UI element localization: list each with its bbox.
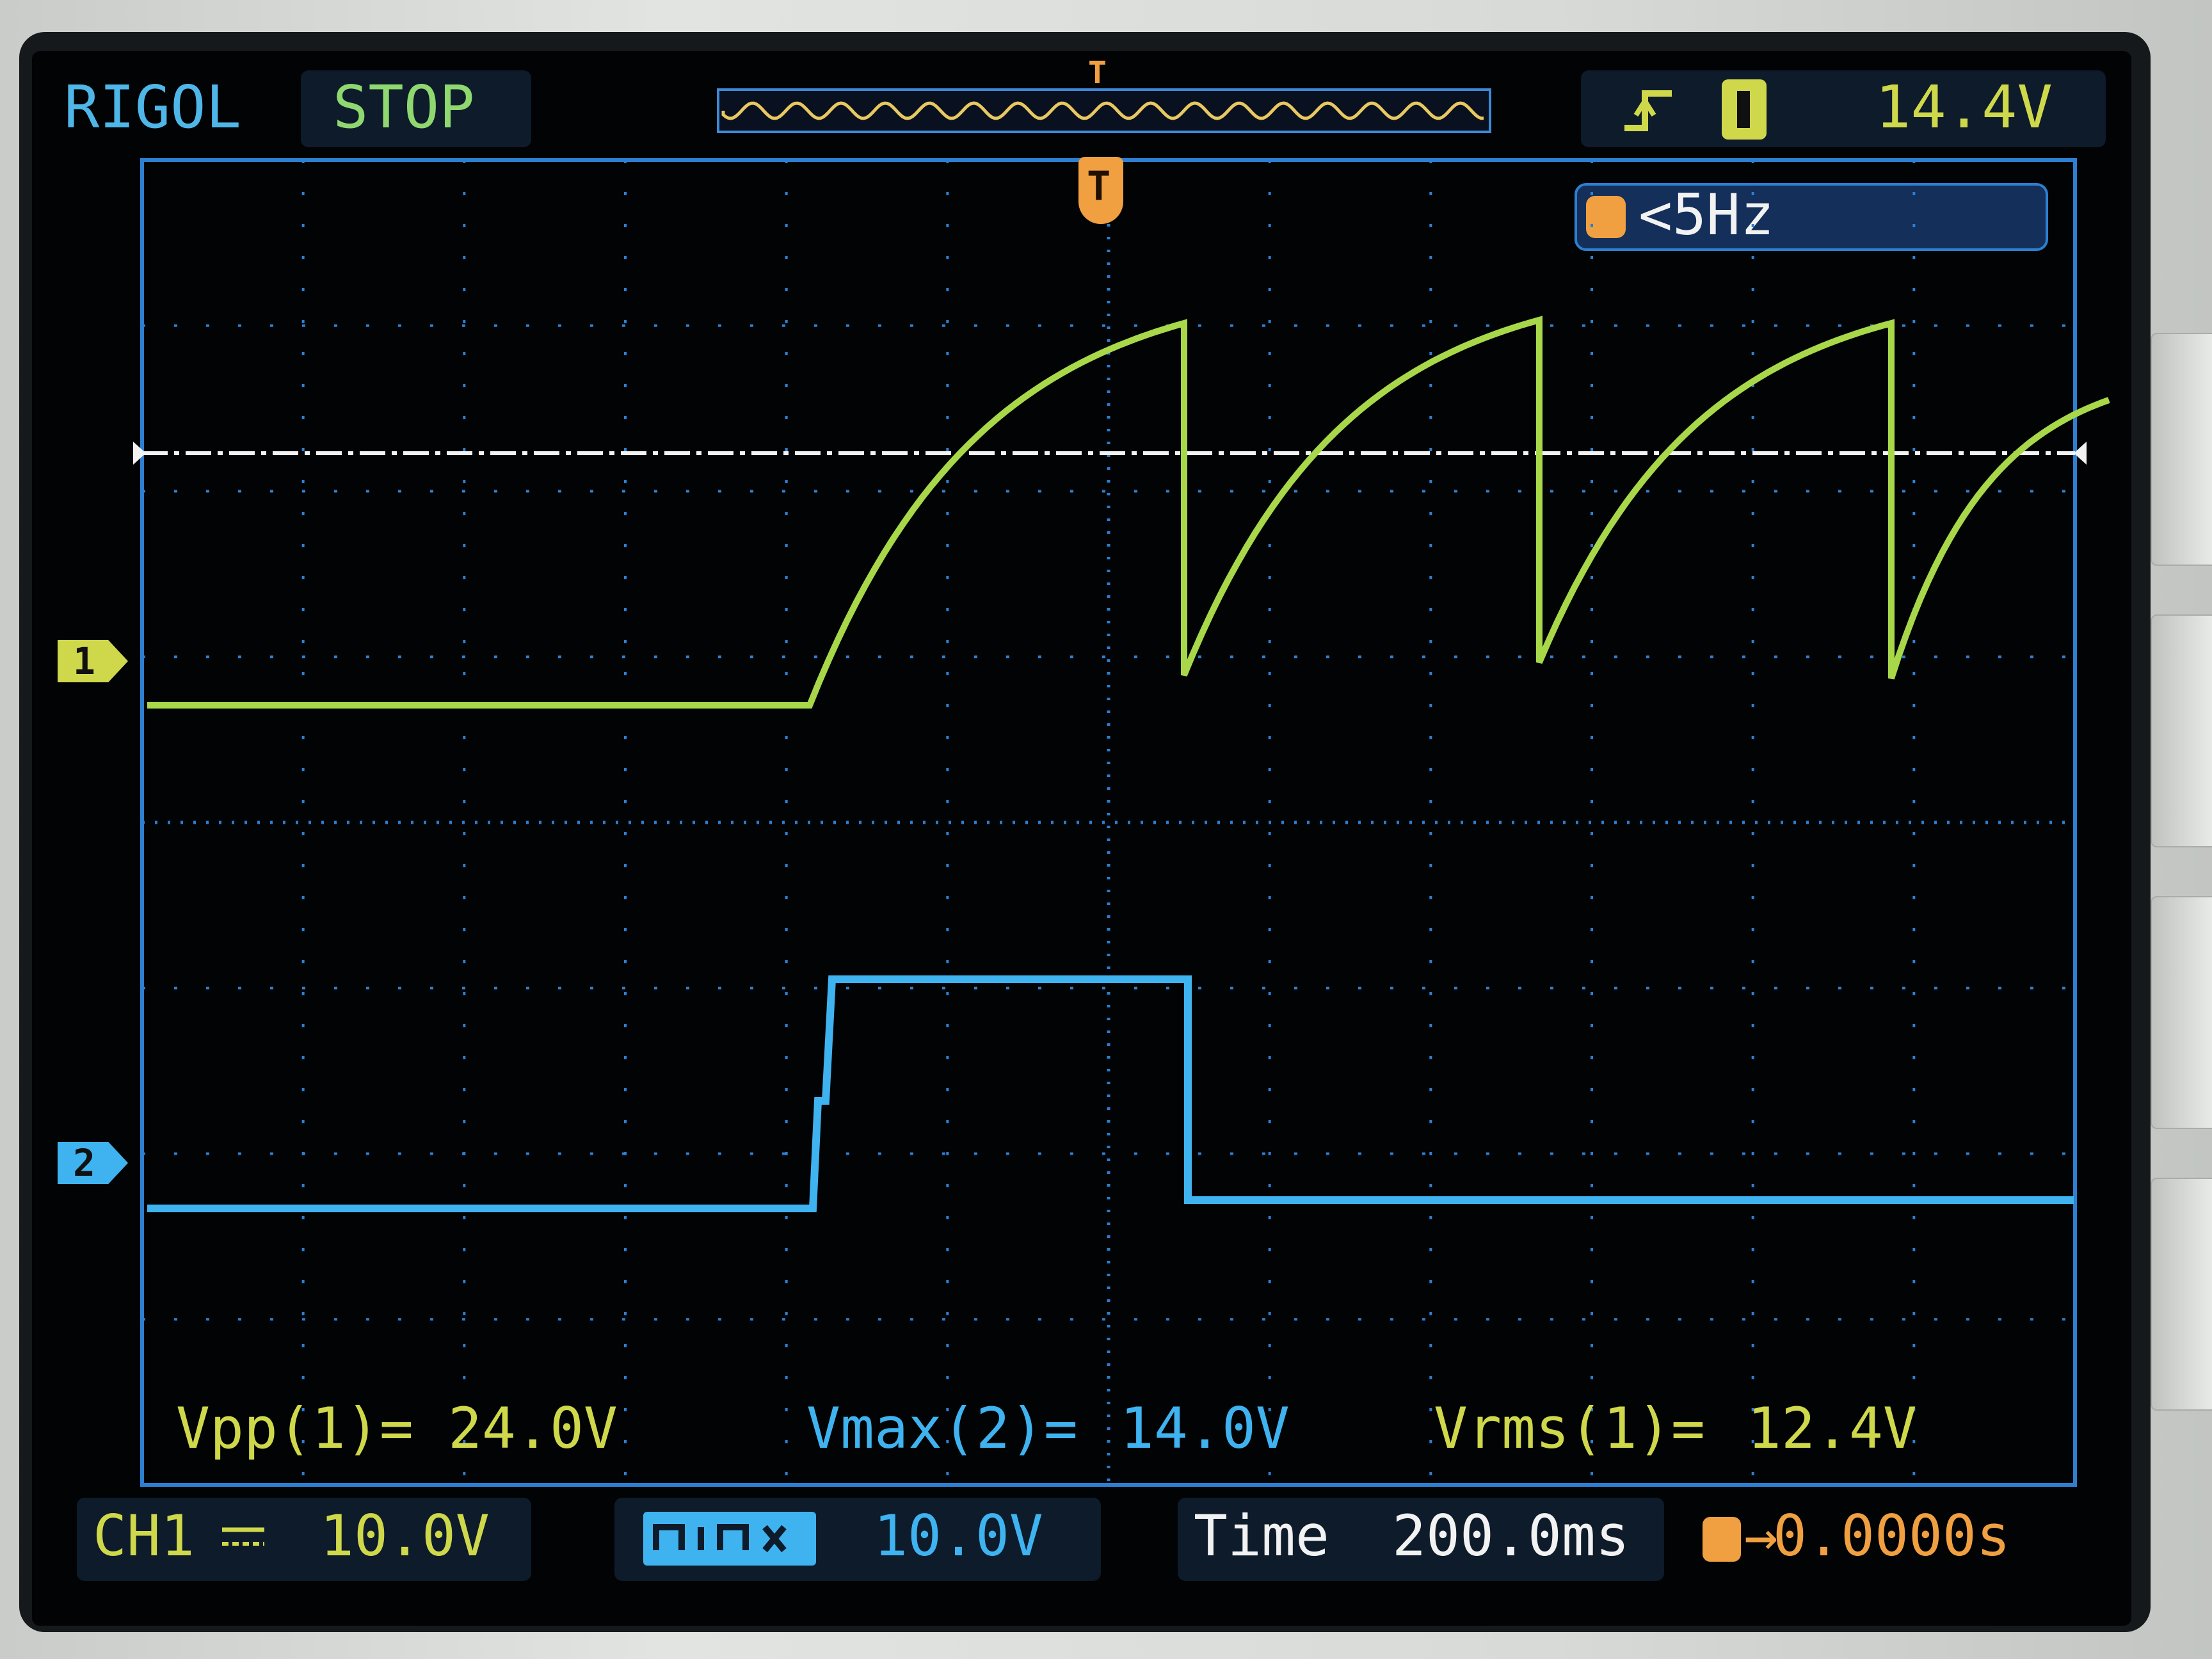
softkey-4[interactable] — [2151, 1178, 2212, 1411]
scope-screen: RIGOL STOP T 14.4V <5Hz T 1 2 Vpp(1)= 24… — [32, 51, 2131, 1626]
measurement-vmax-value: 14.0V — [1120, 1395, 1290, 1461]
dc-coupling-icon — [221, 1525, 266, 1553]
measurement-vrms-label: Vrms(1)= — [1434, 1395, 1705, 1461]
trigger-position-label: T — [1087, 163, 1111, 209]
trigger-offset-icon — [1703, 1517, 1741, 1562]
ch1-label[interactable]: CH1 — [93, 1508, 195, 1564]
time-scale[interactable]: 200.0ms — [1392, 1508, 1630, 1564]
softkey-1[interactable] — [2151, 333, 2212, 566]
ch1-marker-label: 1 — [73, 639, 95, 683]
oscilloscope-body: RIGOL STOP T 14.4V <5Hz T 1 2 Vpp(1)= 24… — [0, 0, 2212, 1659]
ch1-scale[interactable]: 10.0V — [320, 1508, 490, 1564]
channel-2-icon[interactable] — [643, 1512, 816, 1566]
softkey-3[interactable] — [2151, 896, 2212, 1129]
ch2-scale[interactable]: 10.0V — [874, 1508, 1043, 1564]
measurement-vrms-value: 12.4V — [1747, 1395, 1917, 1461]
ch2-waveform — [147, 975, 2074, 1212]
time-label: Time — [1194, 1503, 1329, 1569]
waveform-display — [133, 158, 2110, 1487]
trigger-offset[interactable]: 0.0000s — [1773, 1508, 2010, 1564]
ch2-marker-label: 2 — [73, 1141, 95, 1185]
ch1-waveform — [147, 316, 2110, 709]
measurement-vpp-label: Vpp(1)= — [176, 1395, 413, 1461]
softkey-2[interactable] — [2151, 614, 2212, 847]
graticule — [140, 158, 2077, 1487]
measurement-vmax-label: Vmax(2)= — [806, 1395, 1078, 1461]
measurement-vpp-value: 24.0V — [448, 1395, 618, 1461]
